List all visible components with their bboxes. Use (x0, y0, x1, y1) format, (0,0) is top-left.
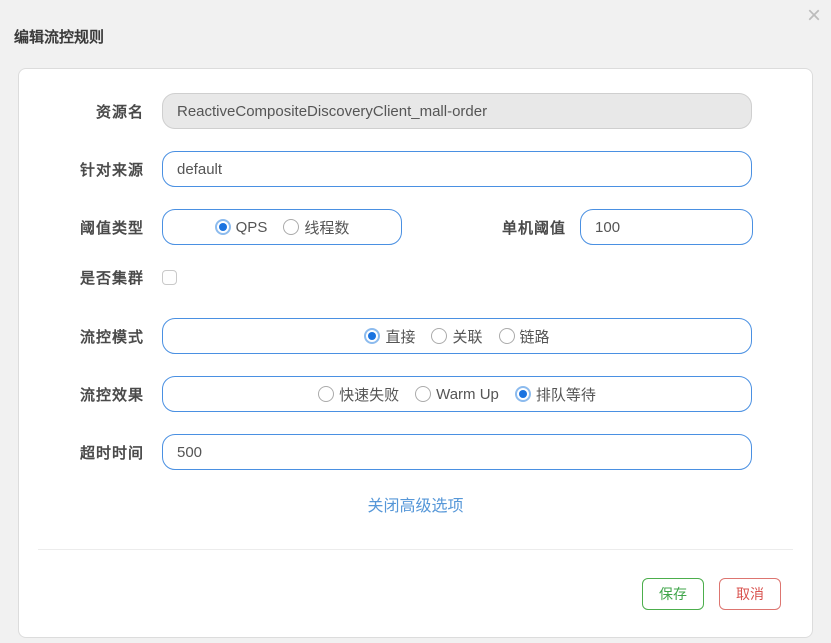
resource-row: 资源名 (38, 93, 793, 129)
strategy-option-direct[interactable]: 直接 (364, 326, 415, 347)
count-input[interactable] (580, 209, 754, 245)
radio-unselected-icon[interactable] (283, 219, 300, 235)
timeout-label: 超时时间 (79, 444, 144, 462)
grade-option-qps-label: QPS (235, 218, 268, 236)
grade-option-thread[interactable]: 线程数 (283, 217, 349, 238)
behavior-option-warm-up-label: Warm Up (436, 385, 499, 403)
grade-label: 阈值类型 (79, 219, 144, 237)
cluster-row: 是否集群 (38, 267, 793, 288)
cancel-button[interactable]: 取消 (719, 578, 781, 610)
advanced-toggle-row: 关闭高级选项 (38, 492, 793, 516)
count-label: 单机阈值 (502, 219, 567, 237)
strategy-radio-group: 直接 关联 链路 (162, 318, 752, 354)
behavior-label: 流控效果 (79, 386, 144, 404)
cluster-label: 是否集群 (79, 270, 144, 287)
radio-unselected-icon[interactable] (498, 328, 515, 344)
behavior-option-fail-fast[interactable]: 快速失败 (318, 384, 399, 405)
limit-app-row: 针对来源 (38, 151, 793, 187)
grade-row: 阈值类型 QPS 线程数 单机阈值 (38, 209, 793, 245)
strategy-option-direct-label: 直接 (385, 328, 416, 346)
dialog-title: 编辑流控规则 (14, 29, 105, 46)
save-button[interactable]: 保存 (642, 578, 704, 610)
strategy-option-relate[interactable]: 关联 (431, 326, 483, 347)
limit-app-input[interactable] (162, 151, 752, 187)
behavior-option-warm-up[interactable]: Warm Up (415, 386, 499, 403)
timeout-input[interactable] (162, 434, 752, 470)
radio-unselected-icon[interactable] (415, 386, 432, 402)
radio-unselected-icon[interactable] (318, 386, 335, 402)
radio-selected-icon[interactable] (514, 386, 531, 402)
radio-selected-icon[interactable] (364, 328, 381, 344)
strategy-option-chain-label: 链路 (519, 328, 550, 346)
strategy-option-relate-label: 关联 (452, 328, 483, 346)
behavior-option-queue[interactable]: 排队等待 (514, 384, 596, 405)
close-icon[interactable]: × (807, 2, 821, 30)
behavior-row: 流控效果 快速失败 Warm Up 排队等待 (38, 376, 793, 412)
strategy-label: 流控模式 (79, 328, 144, 346)
radio-unselected-icon[interactable] (431, 328, 448, 344)
grade-option-thread-label: 线程数 (304, 219, 350, 237)
behavior-option-fail-fast-label: 快速失败 (339, 386, 400, 404)
footer: 保存 取消 (38, 578, 793, 610)
behavior-option-queue-label: 排队等待 (535, 386, 596, 404)
grade-option-qps[interactable]: QPS (214, 218, 268, 236)
resource-label: 资源名 (95, 103, 144, 121)
advanced-toggle-link[interactable]: 关闭高级选项 (367, 498, 463, 515)
strategy-option-chain[interactable]: 链路 (498, 326, 550, 347)
footer-divider (38, 549, 793, 550)
behavior-radio-group: 快速失败 Warm Up 排队等待 (162, 376, 752, 412)
grade-radio-group: QPS 线程数 (162, 209, 402, 245)
timeout-row: 超时时间 (38, 434, 793, 470)
cluster-checkbox[interactable] (162, 270, 177, 285)
resource-input (162, 93, 752, 129)
limit-app-label: 针对来源 (79, 161, 144, 179)
flow-rule-form-panel: 资源名 针对来源 阈值类型 QPS 线程数 单机阈值 是否集群 流控模式 (18, 68, 813, 638)
strategy-row: 流控模式 直接 关联 链路 (38, 318, 793, 354)
radio-selected-icon[interactable] (214, 219, 231, 235)
